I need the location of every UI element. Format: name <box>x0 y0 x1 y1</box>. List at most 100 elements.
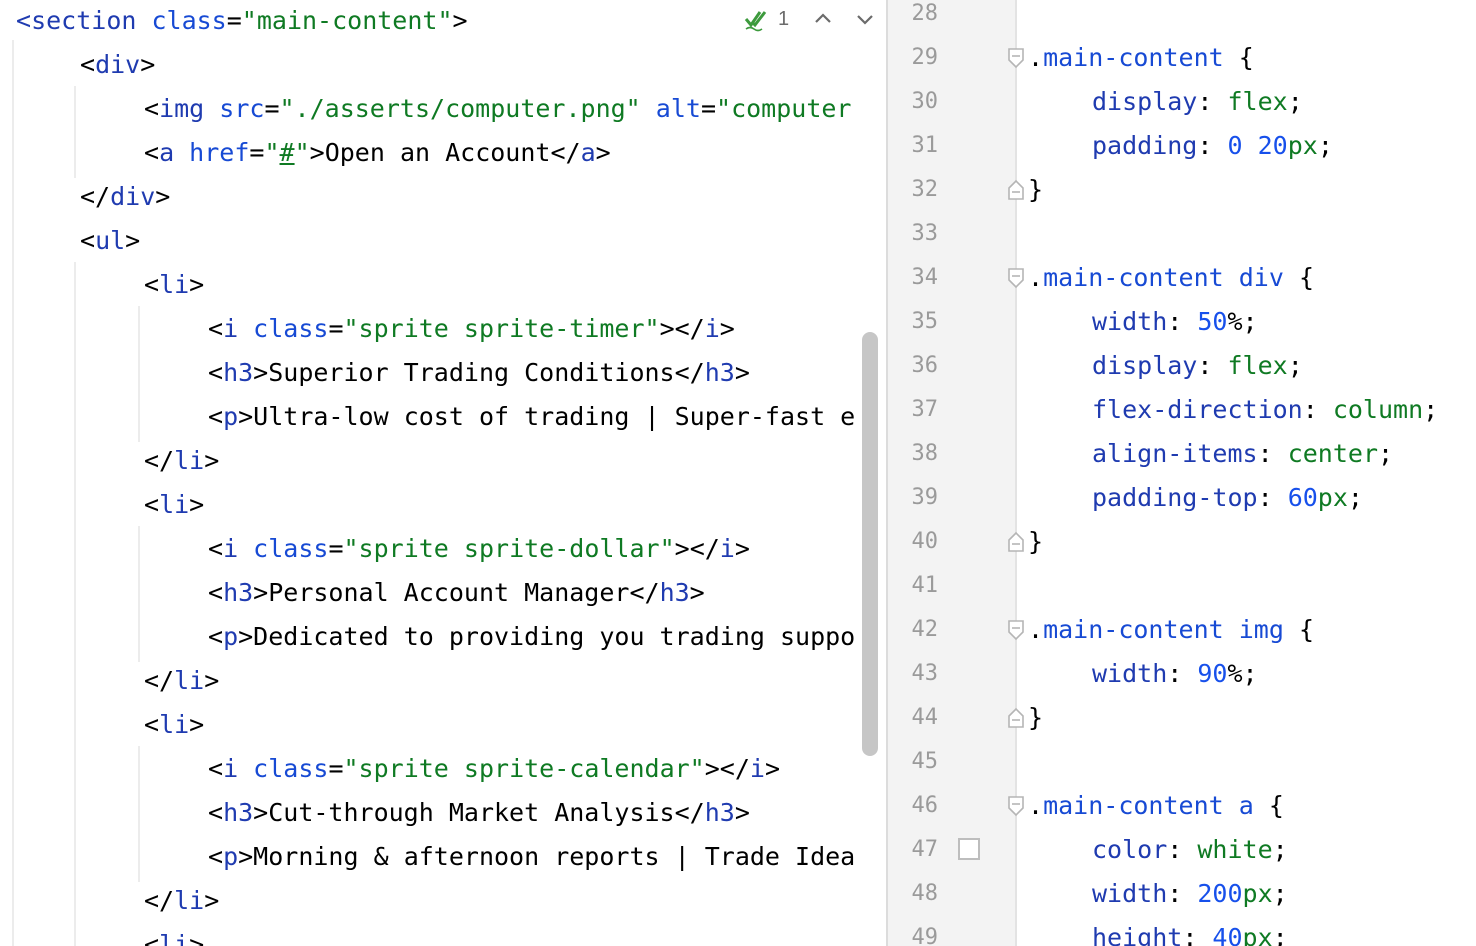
line-number: 43 <box>911 661 939 686</box>
code-token: " <box>264 138 280 167</box>
css-code-line[interactable]: .main-content a { <box>1028 784 1284 828</box>
code-token: %; <box>1227 307 1258 336</box>
html-code-line[interactable]: <h3>Personal Account Manager</h3> <box>208 571 705 615</box>
double-check-icon[interactable] <box>744 6 770 32</box>
code-token: 60 <box>1287 483 1318 512</box>
html-code-line[interactable]: <li> <box>144 703 204 747</box>
breakpoint-checkbox[interactable] <box>958 838 980 860</box>
indent-guide <box>138 306 140 442</box>
css-code-line[interactable]: display: flex; <box>1092 80 1303 124</box>
code-token: p <box>223 622 239 651</box>
code-token: h3 <box>223 578 254 607</box>
fold-open-icon[interactable] <box>1007 619 1025 641</box>
vertical-scrollbar-thumb[interactable] <box>862 332 878 756</box>
css-code-line[interactable]: display: flex; <box>1092 344 1303 388</box>
css-code-line[interactable]: } <box>1028 168 1043 212</box>
html-code-line[interactable]: <h3>Superior Trading Conditions</h3> <box>208 351 750 395</box>
fold-open-icon[interactable] <box>1007 795 1025 817</box>
code-token: i <box>223 754 239 783</box>
html-code-line[interactable]: <div> <box>80 43 155 87</box>
html-code-line[interactable]: </li> <box>144 439 219 483</box>
code-token: < <box>80 226 96 255</box>
css-code-line[interactable]: align-items: center; <box>1092 432 1393 476</box>
inspection-widget[interactable]: 1 <box>744 4 875 34</box>
css-editor-pane[interactable]: .main-content {display: flex; padding: 0 … <box>886 0 1476 946</box>
fold-close-icon[interactable] <box>1007 179 1025 201</box>
code-token: main-content <box>1043 263 1224 292</box>
html-code-line[interactable]: <p>Morning & afternoon reports | Trade I… <box>208 835 855 879</box>
line-number: 48 <box>911 881 939 906</box>
code-token: href <box>174 138 250 167</box>
code-token: 90 <box>1197 659 1228 688</box>
code-token: : <box>1257 439 1288 468</box>
html-code-line[interactable]: <li> <box>144 263 204 307</box>
html-code-line[interactable]: <li> <box>144 483 204 527</box>
css-code-line[interactable]: height: 40px; <box>1092 916 1288 946</box>
html-code-line[interactable]: <i class="sprite sprite-dollar"></i> <box>208 527 750 571</box>
code-token: main-content <box>1043 791 1224 820</box>
code-token: < <box>80 50 96 79</box>
html-code-line[interactable]: <a href="#">Open an Account</a> <box>144 131 611 175</box>
html-code-line[interactable]: <img src="./asserts/computer.png" alt="c… <box>144 87 851 131</box>
code-token: > <box>204 886 220 915</box>
html-code-line[interactable]: <p>Dedicated to providing you trading su… <box>208 615 855 659</box>
css-code-line[interactable]: width: 90%; <box>1092 652 1258 696</box>
code-token: : <box>1167 659 1198 688</box>
css-code-line[interactable]: } <box>1028 696 1043 740</box>
css-code-line[interactable]: color: white; <box>1092 828 1288 872</box>
line-number: 39 <box>911 485 939 510</box>
code-token: : <box>1167 879 1198 908</box>
fold-open-icon[interactable] <box>1007 47 1025 69</box>
code-token: >Morning & afternoon reports | Trade Ide… <box>238 842 856 871</box>
fold-close-icon[interactable] <box>1007 707 1025 729</box>
code-token: = <box>226 6 242 35</box>
code-token: ; <box>1317 131 1333 160</box>
code-token: </ <box>144 446 175 475</box>
line-number: 34 <box>911 265 939 290</box>
line-number: 33 <box>911 221 939 246</box>
css-code-line[interactable]: width: 200px; <box>1092 872 1288 916</box>
code-token: p <box>223 842 239 871</box>
css-code-line[interactable]: padding-top: 60px; <box>1092 476 1363 520</box>
css-code-line[interactable]: width: 50%; <box>1092 300 1258 344</box>
code-token: 0 <box>1227 131 1243 160</box>
css-code-line[interactable]: .main-content div { <box>1028 256 1314 300</box>
code-token: align-items <box>1092 439 1258 468</box>
code-token: px <box>1242 923 1273 946</box>
html-code-line[interactable]: </li> <box>144 879 219 923</box>
html-code-line[interactable]: <li> <box>144 923 204 946</box>
html-code-line[interactable]: </li> <box>144 659 219 703</box>
code-token: width <box>1092 307 1168 336</box>
code-token: flex-direction <box>1092 395 1303 424</box>
css-code-line[interactable]: } <box>1028 520 1043 564</box>
code-token: a <box>159 138 175 167</box>
css-code-line[interactable]: .main-content img { <box>1028 608 1314 652</box>
line-number: 35 <box>911 309 939 334</box>
next-highlight-button[interactable] <box>855 9 875 29</box>
previous-highlight-button[interactable] <box>813 9 833 29</box>
code-token: = <box>264 94 280 123</box>
html-code-line[interactable]: <h3>Cut-through Market Analysis</h3> <box>208 791 750 835</box>
code-token: < <box>144 138 160 167</box>
code-token: "sprite sprite-timer" <box>343 314 660 343</box>
code-token: > <box>734 358 750 387</box>
html-editor-pane[interactable]: <section class="main-content"> <div> <img … <box>0 0 886 946</box>
html-code-line[interactable]: <ul> <box>80 219 140 263</box>
html-code-line[interactable]: <i class="sprite sprite-calendar"></i> <box>208 747 780 791</box>
html-code-line[interactable]: <i class="sprite sprite-timer"></i> <box>208 307 735 351</box>
indent-guide <box>74 262 76 946</box>
code-token: li <box>174 446 205 475</box>
code-token: < <box>144 270 160 299</box>
code-token: { <box>1223 43 1254 72</box>
css-code-line[interactable]: .main-content { <box>1028 36 1254 80</box>
html-code-line[interactable]: <section class="main-content"> <box>16 0 468 43</box>
fold-open-icon[interactable] <box>1007 267 1025 289</box>
fold-close-icon[interactable] <box>1007 531 1025 553</box>
code-token: >Cut-through Market Analysis</ <box>253 798 705 827</box>
css-code-line[interactable]: padding: 0 20px; <box>1092 124 1333 168</box>
html-code-line[interactable]: <p>Ultra-low cost of trading | Super-fas… <box>208 395 855 439</box>
css-code-line[interactable]: flex-direction: column; <box>1092 388 1438 432</box>
html-code-line[interactable]: </div> <box>80 175 170 219</box>
